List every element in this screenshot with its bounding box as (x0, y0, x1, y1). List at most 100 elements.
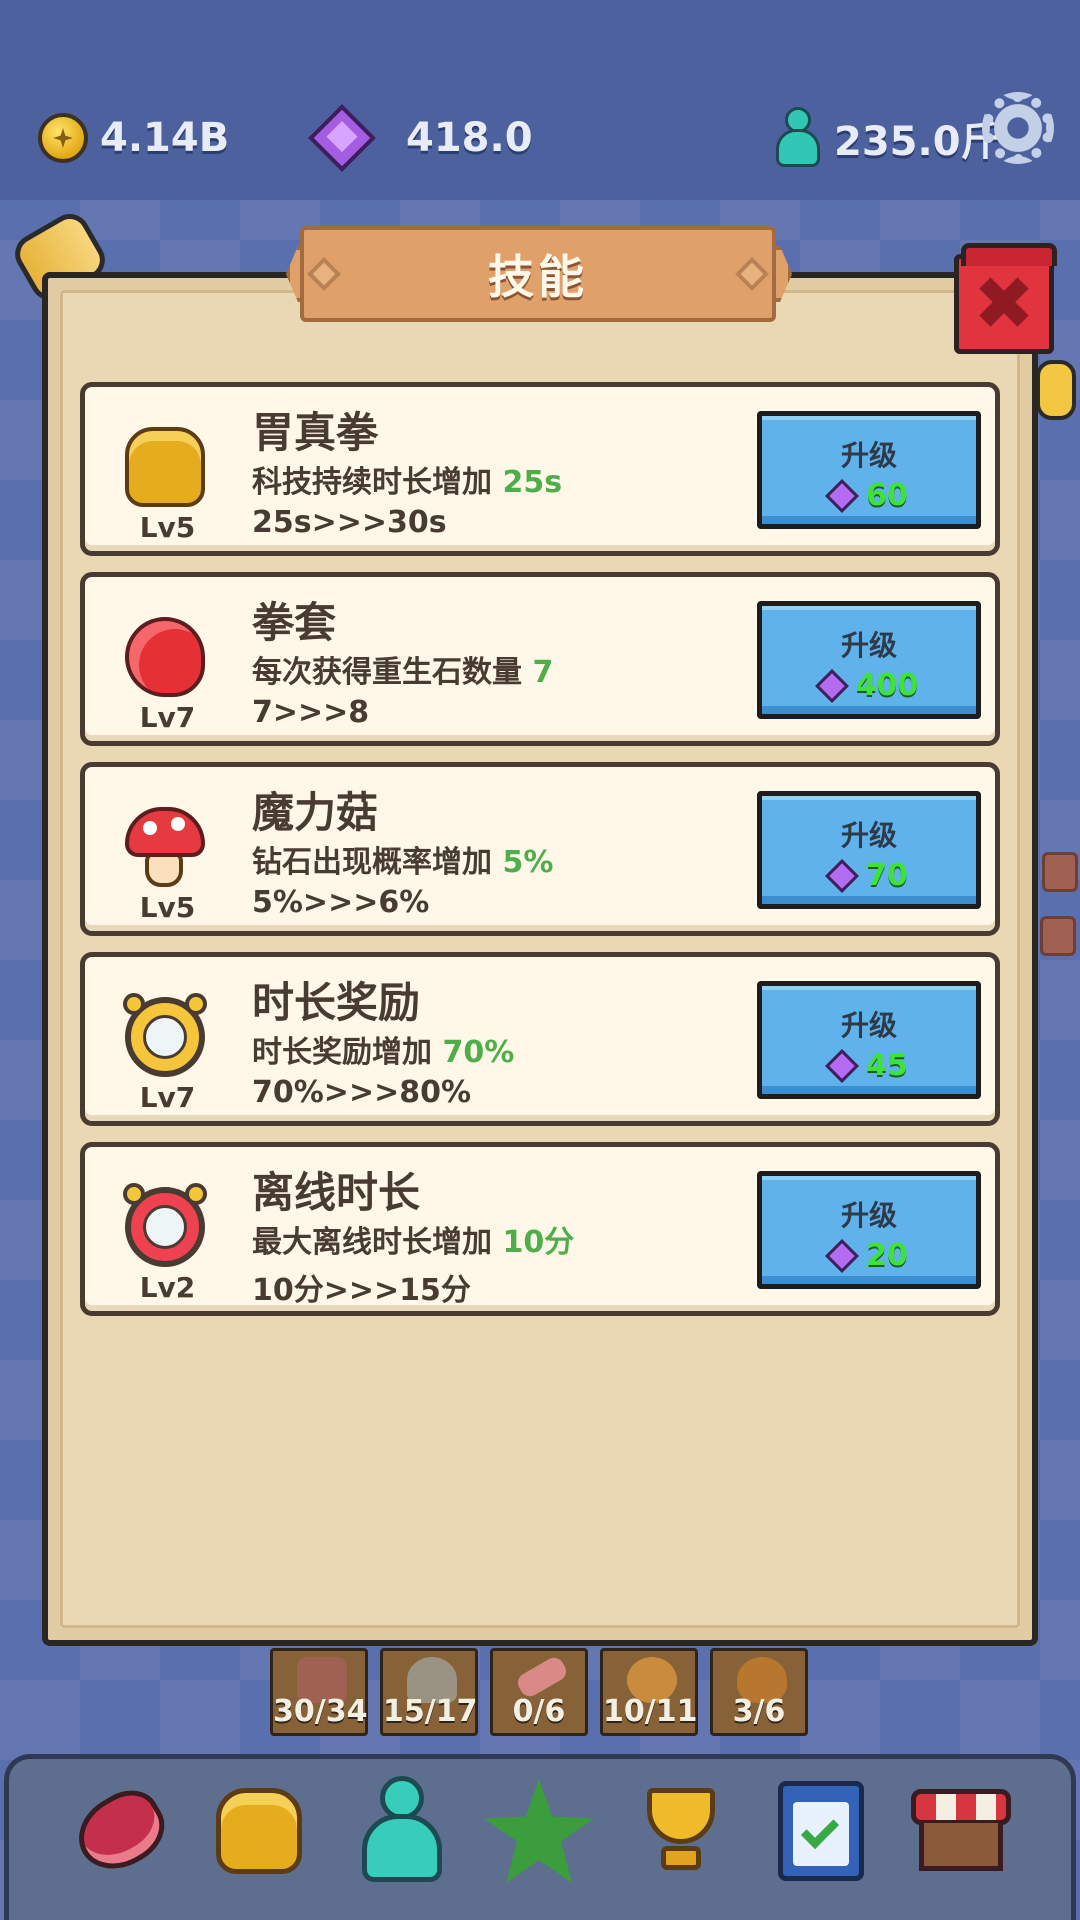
upgrade-button[interactable]: 升级 45 (757, 981, 981, 1099)
skill-value: 70% (442, 1035, 515, 1070)
skill-progress: 10分>>>15分 (252, 1273, 471, 1308)
inventory-slot-stone[interactable]: 15/17 (380, 1648, 478, 1736)
skill-level: Lv2 (139, 1271, 196, 1304)
title-ribbon: 技能 (300, 226, 776, 322)
inventory-slot-crate[interactable]: 30/34 (270, 1648, 368, 1736)
inventory-slot-chicken[interactable]: 3/6 (710, 1648, 808, 1736)
weight-counter: 235.0斤 (772, 106, 1001, 170)
nav-skills[interactable] (204, 1776, 314, 1886)
gem-icon (308, 104, 376, 172)
upgrade-cost: 70 (762, 858, 976, 893)
skill-value: 25s (502, 465, 563, 500)
skill-row: Lv5 胃真拳 科技持续时长增加 25s 25s>>>30s 升级 60 (80, 382, 1000, 556)
inventory-slot-bowl[interactable]: 10/11 (600, 1648, 698, 1736)
upgrade-button[interactable]: 升级 20 (757, 1171, 981, 1289)
skill-description: 每次获得重生石数量 7 (252, 655, 554, 690)
skill-progress: 70%>>>80% (252, 1075, 472, 1110)
upgrade-label: 升级 (840, 1009, 897, 1042)
skill-level: Lv7 (139, 701, 196, 734)
inventory-slot-meat[interactable]: 0/6 (490, 1648, 588, 1736)
skill-progress: 5%>>>6% (252, 885, 430, 920)
panel-title: 技能 (488, 250, 588, 304)
gem-counter: 418.0 (308, 104, 533, 172)
gem-amount: 418.0 (406, 115, 533, 161)
skill-list: Lv5 胃真拳 科技持续时长增加 25s 25s>>>30s 升级 60 Lv7… (80, 382, 1000, 1332)
skill-value: 7 (532, 655, 554, 690)
skill-progress: 7>>>8 (252, 695, 370, 730)
skill-value: 5% (502, 845, 554, 880)
meat-icon (65, 1778, 177, 1884)
skill-level: Lv5 (139, 891, 196, 924)
cost-amount: 20 (866, 1238, 908, 1273)
trophy-icon (633, 1788, 729, 1874)
gem-icon (814, 668, 849, 703)
skill-name: 胃真拳 (252, 408, 379, 457)
skill-value: 10分 (502, 1225, 575, 1260)
skill-name: 拳套 (252, 598, 337, 647)
cost-amount: 70 (866, 858, 908, 893)
crate-icon (1040, 916, 1076, 956)
gem-icon (825, 1238, 860, 1273)
skill-description: 钻石出现概率增加 5% (252, 845, 554, 880)
skill-description: 科技持续时长增加 25s (252, 465, 563, 500)
coin-amount: 4.14B (100, 115, 230, 161)
close-button[interactable]: ✖ (954, 243, 1057, 354)
skill-progress: 25s>>>30s (252, 505, 447, 540)
inventory-count: 0/6 (512, 1694, 566, 1729)
upgrade-cost: 400 (762, 668, 976, 703)
close-icon: ✖ (972, 261, 1035, 347)
skill-description: 最大离线时长增加 10分 (252, 1225, 575, 1260)
upgrade-cost: 45 (762, 1048, 976, 1083)
star-icon (484, 1779, 594, 1883)
nav-star[interactable] (484, 1776, 594, 1886)
shop-icon (911, 1789, 1011, 1873)
cost-amount: 45 (866, 1048, 908, 1083)
gold-clock-icon (123, 993, 207, 1077)
skill-level: Lv7 (139, 1081, 196, 1114)
weight-amount: 235.0斤 (834, 119, 1001, 165)
nav-trophy[interactable] (626, 1776, 736, 1886)
nav-shop[interactable] (906, 1776, 1016, 1886)
skill-name: 时长奖励 (252, 978, 421, 1027)
upgrade-label: 升级 (840, 629, 897, 662)
upgrade-button[interactable]: 升级 70 (757, 791, 981, 909)
skill-level: Lv5 (139, 511, 196, 544)
inventory-count: 15/17 (383, 1694, 478, 1729)
skill-row: Lv5 魔力菇 钻石出现概率增加 5% 5%>>>6% 升级 70 (80, 762, 1000, 936)
upgrade-cost: 60 (762, 478, 976, 513)
character-icon (356, 1776, 446, 1886)
fist-icon (216, 1788, 302, 1874)
skill-row: Lv7 拳套 每次获得重生石数量 7 7>>>8 升级 400 (80, 572, 1000, 746)
skill-description: 时长奖励增加 70% (252, 1035, 515, 1070)
upgrade-button[interactable]: 升级 60 (757, 411, 981, 529)
skill-row: Lv7 时长奖励 时长奖励增加 70% 70%>>>80% 升级 45 (80, 952, 1000, 1126)
nav-tasks[interactable] (766, 1776, 876, 1886)
character-icon (772, 107, 824, 169)
upgrade-label: 升级 (840, 439, 897, 472)
upgrade-button[interactable]: 升级 400 (757, 601, 981, 719)
inventory-count: 3/6 (732, 1694, 786, 1729)
upgrade-label: 升级 (840, 819, 897, 852)
nav-meat[interactable] (65, 1776, 177, 1886)
gem-icon (825, 478, 860, 513)
skill-name: 魔力菇 (252, 788, 379, 837)
boxing-glove-icon (125, 617, 205, 697)
gem-icon (825, 858, 860, 893)
upgrade-cost: 20 (762, 1238, 976, 1273)
nav-character[interactable] (346, 1776, 456, 1886)
coin-icon (38, 113, 88, 163)
skill-row: Lv2 离线时长 最大离线时长增加 10分 10分>>>15分 升级 20 (80, 1142, 1000, 1316)
fist-icon (125, 427, 205, 507)
upgrade-label: 升级 (840, 1199, 897, 1232)
crate-icon (1042, 852, 1078, 892)
skill-name: 离线时长 (252, 1168, 421, 1217)
inventory-count: 30/34 (273, 1694, 368, 1729)
cost-amount: 400 (855, 668, 919, 703)
gem-icon (825, 1048, 860, 1083)
settings-gear-icon[interactable] (982, 92, 1054, 164)
side-item-icon[interactable] (1036, 360, 1076, 420)
red-clock-icon (123, 1183, 207, 1267)
mushroom-icon (125, 807, 205, 887)
clipboard-icon (778, 1781, 864, 1881)
cost-amount: 60 (866, 478, 908, 513)
